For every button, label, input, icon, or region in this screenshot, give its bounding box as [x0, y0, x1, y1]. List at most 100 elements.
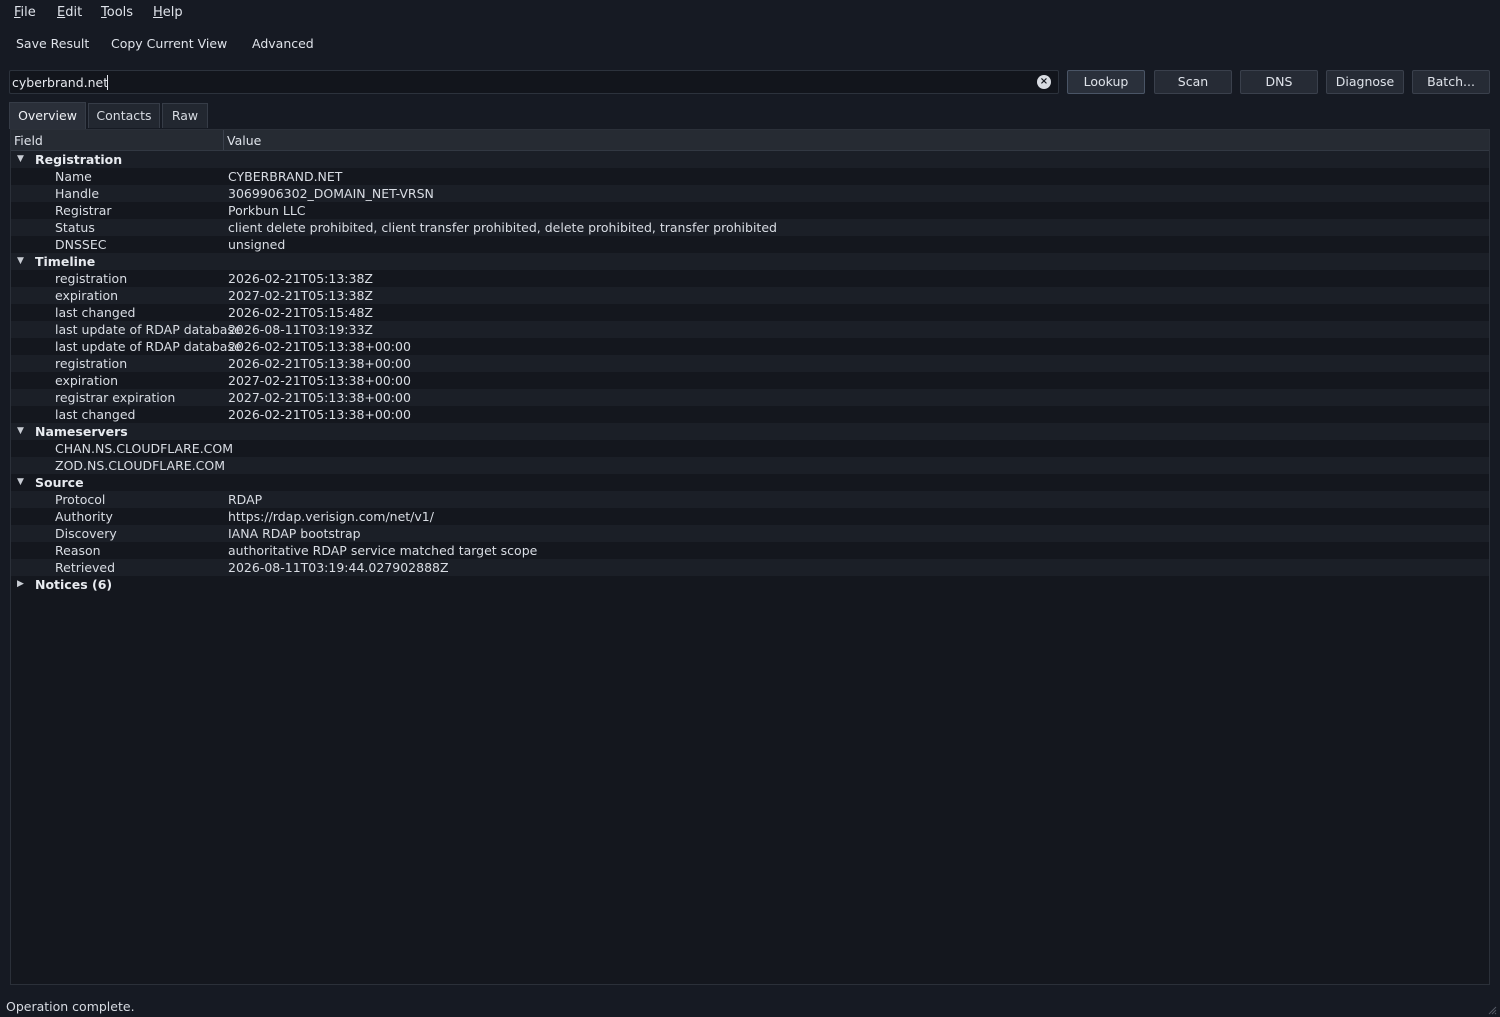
text-caret	[107, 75, 108, 90]
value-cell: 2026-02-21T05:13:38+00:00	[228, 339, 411, 354]
field-cell: CHAN.NS.CLOUDFLARE.COM	[55, 441, 234, 456]
value-cell: unsigned	[228, 237, 286, 252]
tree-row[interactable]: CHAN.NS.CLOUDFLARE.COM	[11, 440, 1489, 457]
field-cell: Discovery	[55, 526, 117, 541]
group-label: Source	[35, 475, 84, 490]
column-divider[interactable]	[223, 130, 224, 150]
value-cell: IANA RDAP bootstrap	[228, 526, 361, 541]
menu-help[interactable]: Help	[153, 5, 183, 20]
tab-raw[interactable]: Raw	[162, 103, 208, 128]
tree-row[interactable]: last update of RDAP database 2026-08-11T…	[11, 321, 1489, 338]
field-cell: registration	[55, 356, 128, 371]
chevron-down-icon[interactable]: ▼	[17, 423, 27, 440]
tab-overview[interactable]: Overview	[9, 102, 86, 129]
tree-row[interactable]: last changed 2026-02-21T05:13:38+00:00	[11, 406, 1489, 423]
domain-search-field[interactable]: ×	[9, 70, 1059, 94]
column-header-field[interactable]: Field	[14, 133, 43, 148]
value-cell: CYBERBRAND.NET	[228, 169, 343, 184]
advanced-button[interactable]: Advanced	[252, 36, 314, 51]
value-cell: 2026-08-11T03:19:44.027902888Z	[228, 560, 449, 575]
menu-help-label: elp	[162, 5, 183, 20]
toolbar: Save Result Copy Current View Advanced	[0, 32, 1500, 56]
domain-search-input[interactable]	[12, 73, 1032, 91]
menu-edit-mnemonic: E	[57, 5, 66, 20]
tree-row[interactable]: last update of RDAP database 2026-02-21T…	[11, 338, 1489, 355]
status-text: Operation complete.	[6, 999, 135, 1014]
group-row-timeline[interactable]: ▼ Timeline	[11, 253, 1489, 270]
tree-row[interactable]: registration 2026-02-21T05:13:38+00:00	[11, 355, 1489, 372]
tab-contacts[interactable]: Contacts	[88, 103, 160, 128]
field-cell: Authority	[55, 509, 113, 524]
field-cell: registrar expiration	[55, 390, 176, 405]
value-cell: 2026-02-21T05:13:38Z	[228, 271, 373, 286]
chevron-down-icon[interactable]: ▼	[17, 253, 27, 270]
value-cell: 2026-02-21T05:15:48Z	[228, 305, 373, 320]
tree-row[interactable]: ZOD.NS.CLOUDFLARE.COM	[11, 457, 1489, 474]
value-cell: 2027-02-21T05:13:38Z	[228, 288, 373, 303]
value-cell: 2026-02-21T05:13:38+00:00	[228, 407, 411, 422]
field-cell: last update of RDAP database	[55, 339, 242, 354]
resize-grip-icon[interactable]	[1487, 1005, 1497, 1015]
save-result-button[interactable]: Save Result	[16, 36, 89, 51]
group-row-registration[interactable]: ▼ Registration	[11, 151, 1489, 168]
menu-tools[interactable]: Tools	[101, 5, 133, 20]
field-cell: Registrar	[55, 203, 112, 218]
clear-icon[interactable]: ×	[1037, 75, 1051, 89]
value-cell: 2027-02-21T05:13:38+00:00	[228, 373, 411, 388]
menu-edit-label: dit	[65, 5, 83, 20]
diagnose-button[interactable]: Diagnose	[1326, 70, 1404, 94]
dns-button[interactable]: DNS	[1240, 70, 1318, 94]
tree-row[interactable]: expiration 2027-02-21T05:13:38+00:00	[11, 372, 1489, 389]
field-cell: last update of RDAP database	[55, 322, 242, 337]
chevron-down-icon[interactable]: ▼	[17, 151, 27, 168]
tree-row[interactable]: Retrieved 2026-08-11T03:19:44.027902888Z	[11, 559, 1489, 576]
tree-row[interactable]: expiration 2027-02-21T05:13:38Z	[11, 287, 1489, 304]
menu-edit[interactable]: Edit	[57, 5, 82, 20]
scan-button[interactable]: Scan	[1154, 70, 1232, 94]
group-row-notices[interactable]: ▶ Notices (6)	[11, 576, 1489, 593]
column-header-value[interactable]: Value	[227, 133, 261, 148]
field-cell: DNSSEC	[55, 237, 107, 252]
menu-file[interactable]: File	[14, 5, 36, 20]
tree-row[interactable]: Registrar Porkbun LLC	[11, 202, 1489, 219]
field-cell: last changed	[55, 407, 136, 422]
value-cell: authoritative RDAP service matched targe…	[228, 543, 538, 558]
value-cell: Porkbun LLC	[228, 203, 306, 218]
tree-header: Field Value	[11, 130, 1489, 151]
chevron-down-icon[interactable]: ▼	[17, 474, 27, 491]
tree-row[interactable]: Status client delete prohibited, client …	[11, 219, 1489, 236]
field-cell: Name	[55, 169, 92, 184]
group-row-source[interactable]: ▼ Source	[11, 474, 1489, 491]
field-cell: Protocol	[55, 492, 106, 507]
tree-rows: ▼ Registration Name CYBERBRAND.NET Handl…	[11, 151, 1489, 593]
tree-row[interactable]: Name CYBERBRAND.NET	[11, 168, 1489, 185]
group-label: Registration	[35, 152, 123, 167]
tree-row[interactable]: registration 2026-02-21T05:13:38Z	[11, 270, 1489, 287]
lookup-button[interactable]: Lookup	[1067, 70, 1145, 94]
field-cell: Retrieved	[55, 560, 116, 575]
menu-bar: File Edit Tools Help	[0, 0, 1500, 24]
value-cell: client delete prohibited, client transfe…	[228, 220, 777, 235]
tree-row[interactable]: Protocol RDAP	[11, 491, 1489, 508]
tree-row[interactable]: Reason authoritative RDAP service matche…	[11, 542, 1489, 559]
field-cell: registration	[55, 271, 128, 286]
tree-row[interactable]: Discovery IANA RDAP bootstrap	[11, 525, 1489, 542]
batch-button[interactable]: Batch...	[1412, 70, 1490, 94]
value-cell: 2026-02-21T05:13:38+00:00	[228, 356, 411, 371]
field-cell: ZOD.NS.CLOUDFLARE.COM	[55, 458, 226, 473]
tree-row[interactable]: Handle 3069906302_DOMAIN_NET-VRSN	[11, 185, 1489, 202]
value-cell: 3069906302_DOMAIN_NET-VRSN	[228, 186, 434, 201]
tree-row[interactable]: Authority https://rdap.verisign.com/net/…	[11, 508, 1489, 525]
field-cell: Handle	[55, 186, 100, 201]
copy-current-view-button[interactable]: Copy Current View	[111, 36, 227, 51]
field-cell: last changed	[55, 305, 136, 320]
menu-help-mnemonic: H	[153, 5, 163, 20]
group-label: Timeline	[35, 254, 96, 269]
tree-row[interactable]: DNSSEC unsigned	[11, 236, 1489, 253]
group-row-nameservers[interactable]: ▼ Nameservers	[11, 423, 1489, 440]
chevron-right-icon[interactable]: ▶	[17, 576, 27, 593]
overview-tree[interactable]: Field Value ▼ Registration Name CYBERBRA…	[10, 129, 1490, 985]
tree-row[interactable]: last changed 2026-02-21T05:15:48Z	[11, 304, 1489, 321]
group-label: Notices (6)	[35, 577, 113, 592]
tree-row[interactable]: registrar expiration 2027-02-21T05:13:38…	[11, 389, 1489, 406]
